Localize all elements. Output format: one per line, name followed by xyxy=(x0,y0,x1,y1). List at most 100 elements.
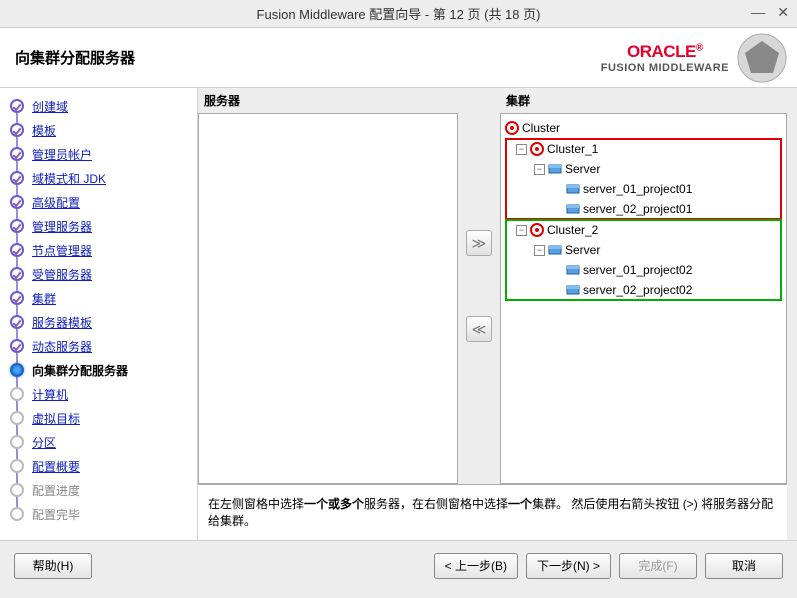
nav-item-6[interactable]: 节点管理器 xyxy=(0,238,197,262)
nav-link[interactable]: 计算机 xyxy=(32,386,68,403)
cluster-icon xyxy=(530,142,544,156)
server-icon xyxy=(566,182,580,196)
server-node[interactable]: server_01_project02 xyxy=(506,260,781,280)
nav-item-1[interactable]: 模板 xyxy=(0,118,197,142)
window-title: Fusion Middleware 配置向导 - 第 12 页 (共 18 页) xyxy=(257,4,541,23)
nav-link[interactable]: 集群 xyxy=(32,290,56,307)
server-icon xyxy=(566,263,580,277)
wizard-header: 向集群分配服务器 ORACLE® FUSION MIDDLEWARE xyxy=(0,28,797,88)
collapse-icon[interactable]: − xyxy=(534,164,545,175)
server-node[interactable]: server_01_project01 xyxy=(506,179,781,199)
panels-row: 服务器 ≫ ≪ 集群 Cluster−Cluster_1−Serverserve… xyxy=(198,88,797,484)
brand-sub: FUSION MIDDLEWARE xyxy=(601,62,729,74)
nav-item-11[interactable]: 向集群分配服务器 xyxy=(0,358,197,382)
nav-link: 配置完毕 xyxy=(32,506,80,523)
nav-bullet-icon xyxy=(10,411,24,425)
server-node[interactable]: server_02_project02 xyxy=(506,280,781,300)
nav-bullet-icon xyxy=(10,363,24,377)
close-icon[interactable]: ✕ xyxy=(777,4,789,21)
nav-bullet-icon xyxy=(10,435,24,449)
nav-link[interactable]: 服务器模板 xyxy=(32,314,92,331)
nav-item-8[interactable]: 集群 xyxy=(0,286,197,310)
nav-bullet-icon xyxy=(10,387,24,401)
tree-root[interactable]: Cluster xyxy=(505,118,782,138)
nav-item-2[interactable]: 管理员帐户 xyxy=(0,142,197,166)
nav-item-16: 配置进度 xyxy=(0,478,197,502)
nav-bullet-icon xyxy=(10,147,24,161)
assign-right-button[interactable]: ≫ xyxy=(466,230,492,256)
finish-button: 完成(F) xyxy=(619,553,697,579)
cluster-icon xyxy=(505,121,519,135)
transfer-arrows: ≫ ≪ xyxy=(458,88,500,484)
server-node[interactable]: server_02_project01 xyxy=(506,199,781,219)
nav-link[interactable]: 受管服务器 xyxy=(32,266,92,283)
collapse-icon[interactable]: − xyxy=(516,225,527,236)
nav-bullet-icon xyxy=(10,195,24,209)
brand-main: ORACLE® xyxy=(627,42,703,62)
nav-link[interactable]: 管理员帐户 xyxy=(32,146,92,163)
nav-link[interactable]: 管理服务器 xyxy=(32,218,92,235)
nav-item-13[interactable]: 虚拟目标 xyxy=(0,406,197,430)
nav-bullet-icon xyxy=(10,243,24,257)
footer-bar: 帮助(H) < 上一步(B) 下一步(N) > 完成(F) 取消 xyxy=(0,540,797,590)
back-button[interactable]: < 上一步(B) xyxy=(434,553,518,579)
nav-bullet-icon xyxy=(10,291,24,305)
nav-bullet-icon xyxy=(10,459,24,473)
clusters-tree[interactable]: Cluster−Cluster_1−Serverserver_01_projec… xyxy=(500,113,787,484)
nav-item-14[interactable]: 分区 xyxy=(0,430,197,454)
nav-item-17: 配置完毕 xyxy=(0,502,197,526)
nav-link[interactable]: 高级配置 xyxy=(32,194,80,211)
server-folder[interactable]: −Server xyxy=(506,240,781,260)
collapse-icon[interactable]: − xyxy=(534,245,545,256)
nav-item-3[interactable]: 域模式和 JDK xyxy=(0,166,197,190)
collapse-icon[interactable]: − xyxy=(516,144,527,155)
cluster-icon xyxy=(530,223,544,237)
nav-bullet-icon xyxy=(10,219,24,233)
nav-item-7[interactable]: 受管服务器 xyxy=(0,262,197,286)
nav-bullet-icon xyxy=(10,99,24,113)
server-icon xyxy=(566,202,580,216)
nav-link[interactable]: 模板 xyxy=(32,122,56,139)
nav-item-12[interactable]: 计算机 xyxy=(0,382,197,406)
nav-link[interactable]: 虚拟目标 xyxy=(32,410,80,427)
server-icon xyxy=(566,283,580,297)
nav-link[interactable]: 创建域 xyxy=(32,98,68,115)
nav-link[interactable]: 节点管理器 xyxy=(32,242,92,259)
server-icon xyxy=(548,162,562,176)
nav-bullet-icon xyxy=(10,267,24,281)
nav-item-4[interactable]: 高级配置 xyxy=(0,190,197,214)
cancel-button[interactable]: 取消 xyxy=(705,553,783,579)
nav-sidebar: 创建域模板管理员帐户域模式和 JDK 高级配置管理服务器节点管理器受管服务器集群服… xyxy=(0,88,198,540)
nav-bullet-icon xyxy=(10,483,24,497)
nav-bullet-icon xyxy=(10,171,24,185)
nav-link[interactable]: 域模式和 JDK xyxy=(32,170,106,187)
server-icon xyxy=(548,243,562,257)
nav-link[interactable]: 分区 xyxy=(32,434,56,451)
cluster-node[interactable]: −Cluster_2 xyxy=(506,220,781,240)
nav-bullet-icon xyxy=(10,339,24,353)
nav-item-15[interactable]: 配置概要 xyxy=(0,454,197,478)
nav-link[interactable]: 动态服务器 xyxy=(32,338,92,355)
main-panel: 服务器 ≫ ≪ 集群 Cluster−Cluster_1−Serverserve… xyxy=(198,88,797,540)
help-button[interactable]: 帮助(H) xyxy=(14,553,92,579)
hint-text: 在左侧窗格中选择一个或多个服务器，在右侧窗格中选择一个集群。 然后使用右箭头按钮… xyxy=(198,484,787,540)
nav-link: 配置进度 xyxy=(32,482,80,499)
servers-column: 服务器 xyxy=(198,88,458,484)
nav-link[interactable]: 向集群分配服务器 xyxy=(32,362,128,379)
clusters-label: 集群 xyxy=(500,88,787,113)
servers-listbox[interactable] xyxy=(198,113,458,484)
nav-link[interactable]: 配置概要 xyxy=(32,458,80,475)
nav-item-10[interactable]: 动态服务器 xyxy=(0,334,197,358)
content-area: 创建域模板管理员帐户域模式和 JDK高级配置管理服务器节点管理器受管服务器集群服… xyxy=(0,88,797,540)
brand-block: ORACLE® FUSION MIDDLEWARE xyxy=(601,33,787,83)
server-folder[interactable]: −Server xyxy=(506,159,781,179)
assign-left-button[interactable]: ≪ xyxy=(466,316,492,342)
nav-item-0[interactable]: 创建域 xyxy=(0,94,197,118)
next-button[interactable]: 下一步(N) > xyxy=(526,553,611,579)
cluster-node[interactable]: −Cluster_1 xyxy=(506,139,781,159)
page-title: 向集群分配服务器 xyxy=(15,47,135,68)
nav-bullet-icon xyxy=(10,315,24,329)
nav-item-9[interactable]: 服务器模板 xyxy=(0,310,197,334)
minimize-icon[interactable]: — xyxy=(751,4,765,21)
nav-item-5[interactable]: 管理服务器 xyxy=(0,214,197,238)
